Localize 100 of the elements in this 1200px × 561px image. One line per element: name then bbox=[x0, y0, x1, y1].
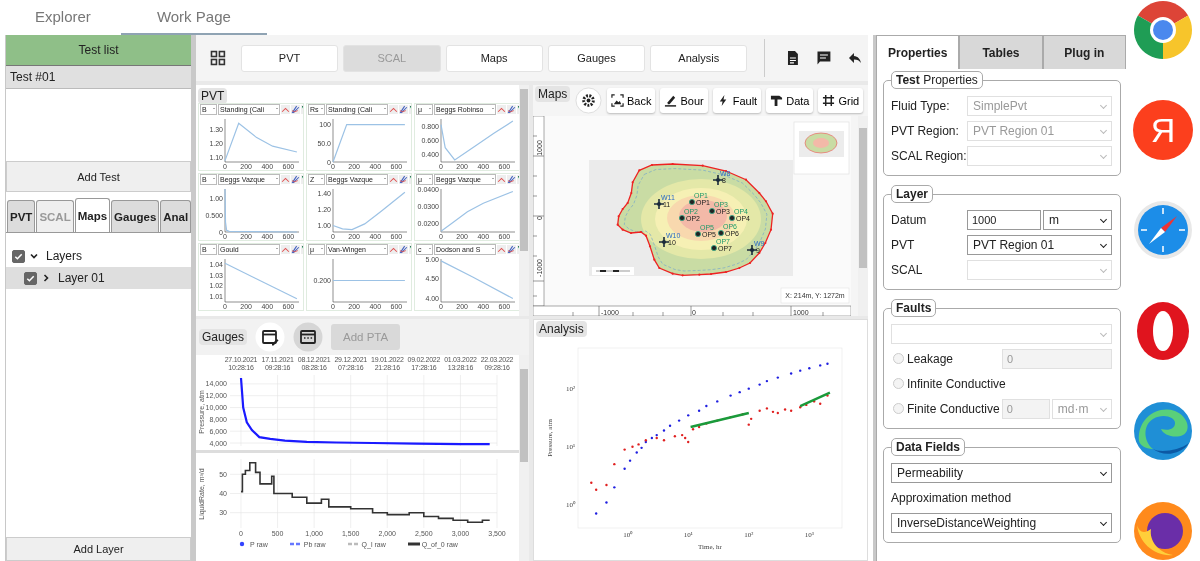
data-point bbox=[594, 512, 598, 515]
wave-icon[interactable] bbox=[1133, 400, 1193, 461]
group-title: Faults bbox=[891, 299, 937, 317]
calendar-icon[interactable] bbox=[293, 322, 324, 352]
color-wheel-icon[interactable] bbox=[1133, 0, 1193, 60]
view-button[interactable]: Analysis bbox=[650, 44, 748, 72]
curve-fit-icon[interactable] bbox=[399, 245, 408, 254]
panel-tab[interactable]: Plug in bbox=[1042, 35, 1126, 69]
well-icon[interactable] bbox=[689, 199, 695, 205]
well-icon[interactable] bbox=[658, 236, 670, 248]
curve-icon[interactable] bbox=[281, 175, 290, 184]
section-tab[interactable]: Maps bbox=[74, 198, 111, 232]
layer-item[interactable]: Layers bbox=[43, 249, 86, 263]
globe-icon[interactable] bbox=[1133, 500, 1193, 561]
comment-icon[interactable] bbox=[816, 50, 833, 66]
layer-item[interactable]: Layer 01 bbox=[55, 271, 108, 285]
page-tab[interactable]: Explorer bbox=[5, 0, 121, 35]
field-label: PVT Region: bbox=[891, 123, 960, 138]
well-icon[interactable] bbox=[711, 245, 717, 251]
letter-logo[interactable]: Я bbox=[1133, 100, 1193, 161]
curve-icon[interactable] bbox=[389, 245, 398, 254]
data-point bbox=[805, 403, 808, 407]
section-tab[interactable]: PVT bbox=[7, 200, 36, 232]
checkbox[interactable] bbox=[24, 271, 37, 285]
well-icon[interactable] bbox=[679, 215, 685, 221]
curve-icon[interactable] bbox=[389, 105, 398, 114]
curve-fit-icon[interactable] bbox=[399, 175, 408, 184]
curve-fit-icon[interactable] bbox=[507, 105, 516, 114]
panel-tab[interactable]: Properties bbox=[876, 35, 960, 69]
curve-icon[interactable] bbox=[281, 105, 290, 114]
curve-fit-icon[interactable] bbox=[507, 245, 516, 254]
chevron-icon[interactable] bbox=[29, 251, 39, 261]
data-point bbox=[738, 390, 741, 394]
trend-line bbox=[799, 391, 831, 408]
data-point bbox=[799, 369, 802, 372]
map-tool-button[interactable]: Back bbox=[607, 88, 656, 113]
scrollbar[interactable] bbox=[519, 355, 529, 561]
radio-label: Leakage bbox=[907, 351, 955, 366]
map-tool-button[interactable]: Bour bbox=[660, 88, 708, 113]
curve-icon[interactable] bbox=[389, 175, 398, 184]
well-icon[interactable] bbox=[718, 230, 724, 236]
select-field[interactable]: Permeability bbox=[891, 462, 1112, 483]
data-point bbox=[590, 481, 593, 484]
data-point bbox=[605, 483, 608, 487]
settings-icon[interactable] bbox=[575, 87, 602, 114]
well-icon[interactable] bbox=[746, 244, 758, 256]
curve-icon[interactable] bbox=[497, 105, 506, 114]
curve-fit-icon[interactable] bbox=[291, 105, 300, 114]
map-tool-button[interactable]: Grid bbox=[818, 88, 864, 113]
add-test-button[interactable]: Add Test bbox=[6, 161, 191, 192]
chevron-icon[interactable] bbox=[41, 273, 51, 283]
view-button[interactable]: PVT bbox=[240, 44, 339, 72]
grid-icon bbox=[822, 94, 836, 107]
data-point bbox=[776, 376, 779, 379]
input-field[interactable]: 1000 bbox=[967, 209, 1041, 230]
well-icon[interactable] bbox=[712, 174, 724, 186]
curve-icon[interactable] bbox=[497, 175, 506, 184]
select-field[interactable]: InverseDistanceWeighting bbox=[891, 512, 1112, 533]
group-title: Layer bbox=[891, 185, 934, 203]
calendar-edit-icon[interactable] bbox=[255, 322, 286, 352]
data-point bbox=[765, 407, 769, 410]
section-tab[interactable]: Anal bbox=[160, 200, 192, 232]
curve-icon[interactable] bbox=[497, 245, 506, 254]
map-tool-button[interactable]: Fault bbox=[712, 88, 762, 113]
well-icon[interactable] bbox=[709, 208, 715, 214]
test-item[interactable]: Test #01 bbox=[6, 66, 191, 89]
panel-title: Maps bbox=[535, 86, 571, 102]
add-layer-button[interactable]: Add Layer bbox=[6, 537, 191, 561]
well-icon[interactable] bbox=[729, 215, 735, 221]
panel-tab[interactable]: Tables bbox=[959, 35, 1043, 69]
curve-fit-icon[interactable] bbox=[291, 175, 300, 184]
checkbox[interactable] bbox=[12, 249, 25, 263]
select-field[interactable]: PVT Region 01 bbox=[967, 234, 1112, 255]
view-button[interactable]: Maps bbox=[445, 44, 543, 72]
data-point bbox=[826, 362, 829, 365]
unit-select[interactable]: m bbox=[1043, 209, 1112, 230]
map-tool-button[interactable]: Data bbox=[766, 88, 814, 113]
hammer-icon bbox=[770, 94, 784, 107]
curve-fit-icon[interactable] bbox=[291, 245, 300, 254]
well-icon[interactable] bbox=[653, 198, 665, 210]
data-point bbox=[826, 394, 829, 397]
scrollbar[interactable] bbox=[858, 116, 868, 316]
data-point bbox=[747, 387, 750, 390]
group-title: Data Fields bbox=[891, 438, 966, 456]
grid-view-icon[interactable] bbox=[210, 50, 226, 66]
section-tab[interactable]: Gauges bbox=[111, 200, 160, 232]
trend-line bbox=[690, 411, 750, 429]
radio-button[interactable] bbox=[893, 378, 904, 389]
data-point bbox=[812, 400, 816, 403]
data-point bbox=[705, 422, 708, 425]
curve-icon[interactable] bbox=[281, 245, 290, 254]
compass-icon[interactable] bbox=[1133, 200, 1193, 261]
well-icon[interactable] bbox=[695, 231, 701, 237]
view-button[interactable]: Gauges bbox=[547, 44, 646, 72]
scrollbar[interactable] bbox=[519, 85, 529, 316]
reply-icon[interactable] bbox=[847, 50, 864, 66]
radio-label: Infinite Conductive bbox=[907, 376, 1006, 391]
data-point bbox=[747, 423, 750, 426]
curve-fit-icon[interactable] bbox=[399, 105, 408, 114]
curve-fit-icon[interactable] bbox=[507, 175, 516, 184]
